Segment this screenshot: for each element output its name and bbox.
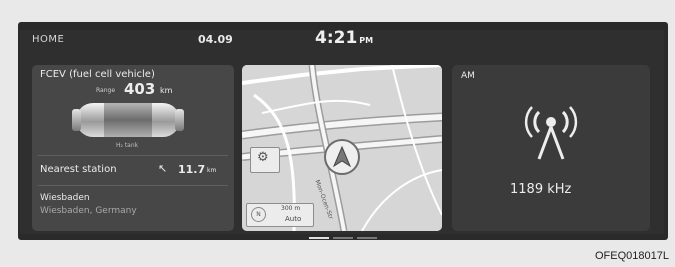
- hydrogen-tank-icon: [72, 103, 184, 137]
- nearest-station-distance: 11.7: [178, 163, 206, 176]
- divider: [38, 185, 228, 186]
- route-settings-icon: ⚙: [257, 150, 269, 165]
- direction-arrow-icon: ↖: [158, 162, 168, 175]
- clock-time: 4:21: [315, 28, 358, 48]
- navigation-arrow-icon: [332, 145, 352, 168]
- home-label[interactable]: HOME: [32, 34, 64, 45]
- view-mode-label[interactable]: Auto: [285, 215, 301, 223]
- tank-cap-left: [72, 109, 81, 131]
- clock-ampm: PM: [359, 36, 374, 45]
- route-options-button[interactable]: ⚙: [250, 147, 280, 173]
- radio-widget[interactable]: AM 1189 kHz: [452, 65, 650, 231]
- tank-label: H₂ tank: [116, 142, 139, 149]
- navigation-map[interactable]: ⚙ Mon-Ocen-Str N 300 m Auto: [242, 65, 442, 231]
- range-value: 403: [124, 80, 156, 98]
- divider: [38, 155, 228, 156]
- map-scale-control[interactable]: N 300 m Auto: [246, 203, 314, 227]
- infotainment-screen: HOME 04.09 4:21 PM FCEV (fuel cell vehicl…: [20, 28, 664, 239]
- page-indicator: [357, 237, 377, 239]
- nearest-station-label: Nearest station: [40, 164, 117, 175]
- page-indicator: [333, 237, 353, 239]
- tank-level-band: [104, 103, 152, 137]
- page-indicator-active: [309, 237, 329, 239]
- nearest-station-unit: km: [207, 167, 217, 174]
- broadcast-antenna-icon: [524, 106, 578, 160]
- radio-band-label: AM: [461, 71, 475, 81]
- range-unit: km: [160, 86, 173, 95]
- range-label: Range: [96, 87, 116, 94]
- figure-code: OFEQ018017L: [595, 250, 669, 262]
- radio-frequency: 1189 kHz: [510, 182, 572, 197]
- fcev-title: FCEV (fuel cell vehicle): [40, 69, 155, 80]
- clock-display: 4:21 PM: [315, 28, 373, 48]
- station-address: Wiesbaden, Germany: [40, 206, 137, 216]
- tank-cap-right: [175, 109, 184, 131]
- map-scale: 300 m: [281, 205, 301, 212]
- station-city: Wiesbaden: [40, 193, 90, 203]
- compass-icon[interactable]: N: [251, 207, 266, 222]
- date-display: 04.09: [198, 33, 233, 46]
- fcev-widget[interactable]: FCEV (fuel cell vehicle) Range 403 km H₂…: [32, 65, 234, 231]
- current-position-marker: [324, 139, 360, 175]
